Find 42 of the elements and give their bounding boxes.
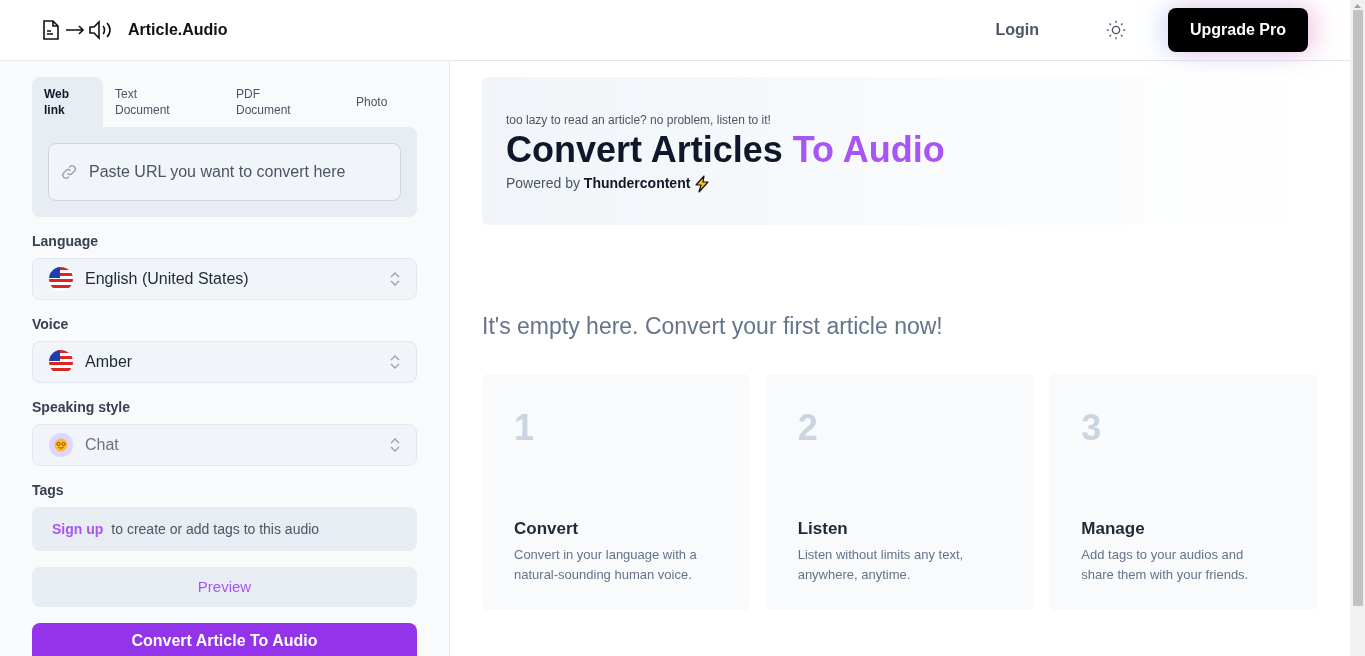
step-title: Listen [797, 517, 849, 540]
step-title: Convert [514, 517, 580, 540]
sun-icon[interactable] [1105, 19, 1127, 41]
convert-button[interactable]: Convert Article To Audio [32, 623, 417, 656]
field-label: Speaking style [32, 398, 132, 417]
link-icon [60, 163, 78, 181]
chevron-up-down-icon [390, 437, 400, 453]
select-value: English (United States) [85, 269, 250, 289]
chevron-up-down-icon [390, 354, 400, 370]
field-label: Voice [32, 315, 70, 334]
lightning-icon [694, 174, 711, 193]
select[interactable]: Amber [32, 341, 417, 383]
step-description: Add tags to your audios and share them with your friends. [1081, 546, 1250, 584]
select-value: Amber [85, 352, 134, 372]
step-description: Convert in your language with a natural-sounding human voice. [514, 546, 698, 584]
powered-by-text: Powered by Thundercontent [506, 174, 691, 193]
chevron-up-down-icon [390, 271, 400, 287]
select[interactable]: English (United States) [32, 258, 417, 300]
scrollbar-thumb[interactable] [1352, 10, 1363, 606]
login-link[interactable]: Login [995, 18, 1039, 42]
tab[interactable]: Text Document [103, 77, 224, 127]
hero-title: Convert Articles To Audio [506, 129, 946, 171]
logo-text[interactable]: Article.Audio [128, 18, 228, 42]
smiley-icon [49, 433, 73, 457]
url-field[interactable]: Paste URL you want to convert here [48, 143, 401, 201]
tagline: too lazy to read an article? no problem, listen to it! [506, 112, 772, 129]
step-title: Manage [1081, 517, 1146, 540]
article-to-audio-logo-icon [42, 19, 112, 41]
scrollbar[interactable] [1350, 0, 1365, 656]
scroll-up-arrow-icon[interactable] [1354, 4, 1361, 8]
upgrade-button[interactable]: Upgrade Pro [1168, 8, 1308, 52]
tab[interactable]: Photo [344, 77, 417, 127]
tab[interactable]: PDF Document [224, 77, 344, 127]
empty-state-message: It's empty here. Convert your first article now! [482, 312, 944, 341]
us-flag-icon [49, 350, 73, 374]
step-description: Listen without limits any text, anywhere, anytime. [797, 546, 965, 584]
tab[interactable]: Web link [32, 77, 103, 127]
field-label: Tags [32, 481, 65, 500]
field-label: Language [32, 232, 100, 251]
us-flag-icon [49, 267, 73, 291]
tags-hint: to create or add tags to this audio [111, 519, 320, 539]
select-value: Chat [85, 435, 120, 455]
